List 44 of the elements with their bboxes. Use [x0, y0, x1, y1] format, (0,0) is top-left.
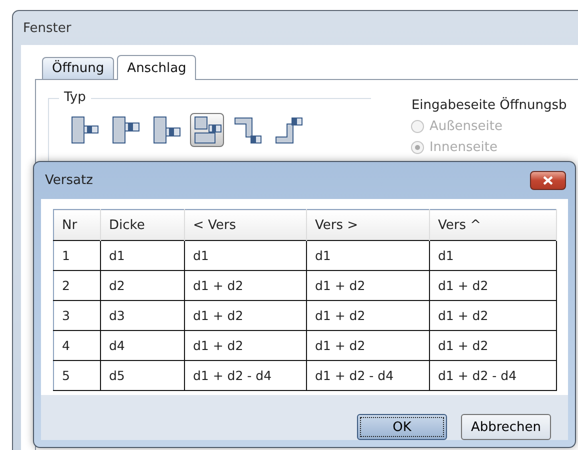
wall-profile-icon	[273, 115, 305, 145]
table-cell: 3	[54, 300, 100, 330]
table-cell: d1 + d2	[184, 270, 306, 300]
radio-label: Außenseite	[429, 119, 503, 134]
table-cell: d4	[100, 330, 184, 360]
dialog-button[interactable]: Abbrechen	[461, 414, 551, 440]
dialog-title: Versatz	[45, 173, 93, 188]
table-cell: d1 + d2 - d4	[306, 360, 430, 390]
tab[interactable]: Öffnung	[42, 57, 114, 79]
table-cell: d1 + d2 - d4	[430, 360, 556, 390]
table-cell: d3	[100, 300, 184, 330]
column-header[interactable]: Nr	[54, 210, 100, 240]
table-cell: 1	[54, 240, 100, 270]
table-cell: d1 + d2	[430, 300, 556, 330]
table-cell: d5	[100, 360, 184, 390]
table-cell: d1 + d2	[306, 300, 430, 330]
table-cell: d1	[306, 240, 430, 270]
table-cell: d1 + d2	[430, 330, 556, 360]
table-cell: d1	[184, 240, 306, 270]
column-header[interactable]: Dicke	[100, 210, 184, 240]
column-header[interactable]: Vers >	[306, 210, 430, 240]
close-button[interactable]	[530, 171, 566, 190]
table-cell: d1 + d2	[430, 270, 556, 300]
table-cell: d1 + d2	[306, 270, 430, 300]
table-cell: d1 + d2	[184, 330, 306, 360]
close-icon	[543, 176, 553, 185]
column-header[interactable]: < Vers	[184, 210, 306, 240]
window-title: Fenster	[23, 20, 72, 36]
table-cell: d1 + d2 - d4	[184, 360, 306, 390]
table-cell: d1	[430, 240, 556, 270]
column-header[interactable]: Vers ^	[430, 210, 556, 240]
tab[interactable]: Anschlag	[117, 55, 196, 80]
table-cell: 5	[54, 360, 100, 390]
type-option-button[interactable]	[190, 113, 224, 147]
group-title: Typ	[59, 90, 91, 105]
table-cell: 4	[54, 330, 100, 360]
table-cell: d1 + d2	[306, 330, 430, 360]
table-cell: d2	[100, 270, 184, 300]
wall-profile-icon	[232, 115, 264, 145]
table-cell: 2	[54, 270, 100, 300]
radio-label: Innenseite	[429, 140, 498, 155]
table-cell: d1 + d2	[184, 300, 306, 330]
dialog-button[interactable]: OK	[357, 414, 447, 440]
table-cell: d1	[100, 240, 184, 270]
